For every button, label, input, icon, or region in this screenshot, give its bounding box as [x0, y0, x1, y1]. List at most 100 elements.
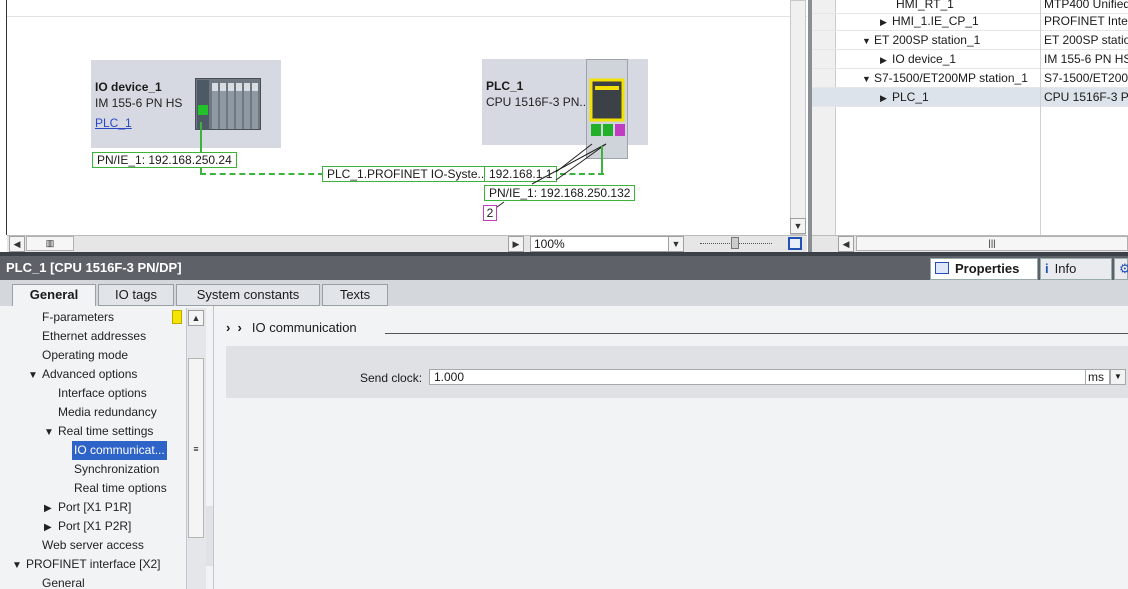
tree-row-plc[interactable]: ▶PLC_1 CPU 1516F-3 PN	[812, 88, 1128, 107]
expand-right-icon[interactable]: ▶	[880, 51, 892, 69]
tab-info-label: Info	[1054, 261, 1077, 276]
info-icon: i	[1045, 261, 1049, 276]
nav-f-parameters[interactable]: F-parameters	[42, 308, 114, 327]
breadcrumb-chevrons-icon: › ›	[226, 320, 242, 335]
send-clock-label: Send clock:	[360, 371, 423, 385]
tree-horizontal-scroll-thumb[interactable]: |||	[856, 236, 1128, 251]
nav-io-communication[interactable]: IO communicat...	[72, 441, 167, 460]
nav-synchronization[interactable]: Synchronization	[74, 460, 159, 479]
tab-general[interactable]: General	[12, 284, 96, 307]
tree-row-io-device[interactable]: ▶ IO device_1 IM 155-6 PN HS	[812, 50, 1128, 69]
scroll-left-button[interactable]: ◀	[9, 236, 25, 252]
tree-row-type: CPU 1516F-3 PN	[1044, 90, 1128, 104]
tree-row-type: IM 155-6 PN HS	[1044, 52, 1128, 66]
inspector-title: PLC_1 [CPU 1516F-3 PN/DP]	[6, 260, 182, 275]
tree-scroll-left-button[interactable]: ◀	[838, 236, 854, 252]
nav-ethernet-addresses[interactable]: Ethernet addresses	[42, 327, 146, 346]
nav-port-x1-p2r[interactable]: ▶ Port [X1 P2R]	[44, 517, 131, 536]
expand-right-icon[interactable]: ▶	[880, 89, 892, 107]
nav-real-time-options[interactable]: Real time options	[74, 479, 167, 498]
collapse-down-icon[interactable]: ▼	[12, 556, 26, 575]
tab-system-constants[interactable]: System constants	[176, 284, 320, 306]
view-top-rule	[7, 16, 807, 17]
view-vertical-scrollbar[interactable]	[790, 0, 806, 235]
nav-operating-mode[interactable]: Operating mode	[42, 346, 128, 365]
section-rule	[385, 333, 1128, 334]
collapse-down-icon[interactable]: ▼	[862, 70, 874, 88]
plc-name: PLC_1	[486, 79, 524, 93]
tree-row-name: PLC_1	[892, 90, 929, 104]
tab-properties[interactable]: Properties	[930, 258, 1038, 280]
nav-media-redundancy[interactable]: Media redundancy	[58, 403, 157, 422]
io-device-rack-icon	[195, 78, 261, 130]
collapse-down-icon[interactable]: ▼	[44, 423, 58, 442]
nav-label: Real time settings	[58, 424, 154, 438]
zoom-input[interactable]: 100%	[530, 236, 670, 252]
profinet-bus-left[interactable]	[200, 173, 324, 175]
nav-scroll-up-button[interactable]: ▲	[188, 310, 204, 326]
send-clock-dropdown-icon[interactable]: ▼	[1110, 369, 1126, 385]
nav-advanced-options[interactable]: ▼ Advanced options	[28, 365, 137, 384]
tree-column-divider	[1040, 0, 1041, 235]
tree-row-et200sp[interactable]: ▼ ET 200SP station_1 ET 200SP station	[812, 31, 1128, 50]
tree-row-name: ET 200SP station_1	[874, 33, 981, 47]
tab-io-tags[interactable]: IO tags	[98, 284, 174, 306]
tab-info[interactable]: i Info	[1040, 258, 1112, 280]
io-device-address[interactable]: PN/IE_1: 192.168.250.24	[92, 152, 237, 168]
nav-profinet-interface-x2[interactable]: ▼ PROFINET interface [X2]	[12, 555, 161, 574]
tree-row-type: ET 200SP station	[1044, 33, 1128, 47]
zoom-dropdown-icon[interactable]: ▼	[668, 236, 684, 252]
scroll-right-button[interactable]: ▶	[508, 236, 524, 252]
overview-navigation-icon[interactable]	[788, 237, 802, 250]
profinet-io-system-label[interactable]: PLC_1.PROFINET IO-Syste...	[322, 166, 493, 182]
tree-row-name: IO device_1	[892, 52, 957, 66]
properties-icon	[935, 262, 949, 274]
send-clock-input[interactable]: 1.000	[429, 369, 1086, 385]
expand-right-icon[interactable]: ▶	[880, 13, 892, 31]
io-device-plc-link[interactable]: PLC_1	[95, 116, 132, 130]
io-device-module: IM 155-6 PN HS	[95, 96, 183, 110]
device-tree: HMI_RT_1 MTP400 Unified ▶ HMI_1.IE_CP_1 P…	[812, 0, 1128, 252]
expand-right-icon[interactable]: ▶	[44, 499, 58, 518]
rack-modules-icon	[197, 80, 258, 130]
diagnostics-icon: ⚙	[1119, 261, 1128, 276]
plc-module: CPU 1516F-3 PN...	[486, 95, 590, 109]
io-device-port-line	[200, 122, 202, 152]
expand-right-icon[interactable]: ▶	[44, 518, 58, 537]
nav-port-x1-p1r[interactable]: ▶ Port [X1 P1R]	[44, 498, 131, 517]
tree-row-type: S7-1500/ET200M	[1044, 71, 1128, 85]
view-left-border	[6, 0, 7, 235]
tree-row-hmi-ie-cp[interactable]: ▶HMI_1.IE_CP_1 PROFINET Interfa	[812, 12, 1128, 31]
collapse-handle[interactable]	[206, 506, 213, 566]
tab-texts[interactable]: Texts	[322, 284, 388, 306]
io-device-name: IO device_1	[95, 80, 162, 94]
tree-row-s7-1500[interactable]: ▼ S7-1500/ET200MP station_1 S7-1500/ET200…	[812, 69, 1128, 88]
pane-splitter[interactable]	[808, 0, 812, 252]
horizontal-scroll-thumb[interactable]: ▥	[26, 236, 74, 251]
tree-row-name: S7-1500/ET200MP station_1	[874, 71, 1028, 85]
tab-properties-label: Properties	[955, 261, 1020, 276]
nav-label: Port [X1 P1R]	[58, 500, 132, 514]
nav-real-time-settings[interactable]: ▼ Real time settings	[44, 422, 153, 441]
plc-connection-lines	[489, 143, 607, 213]
section-heading[interactable]: › › IO communication	[226, 320, 357, 335]
nav-web-server-access[interactable]: Web server access	[42, 536, 144, 555]
zoom-slider-handle[interactable]	[731, 237, 739, 249]
scroll-down-button[interactable]: ▼	[790, 218, 806, 234]
nav-general[interactable]: General	[42, 574, 85, 589]
inspector-separator	[0, 252, 1128, 256]
nav-scroll-thumb[interactable]: ≡	[188, 358, 204, 538]
tree-row-name: HMI_1.IE_CP_1	[892, 14, 979, 28]
tree-row-type: PROFINET Interfa	[1044, 14, 1128, 28]
io-device-box[interactable]: IO device_1 IM 155-6 PN HS PLC_1	[91, 60, 281, 148]
nav-label: PROFINET interface [X2]	[26, 557, 161, 571]
warning-marker	[172, 310, 182, 324]
view-bottom-bar	[7, 235, 807, 252]
tab-diagnostics[interactable]: ⚙	[1114, 258, 1128, 280]
plc-port-badge[interactable]: 2	[483, 205, 497, 221]
plc-address-2[interactable]: PN/IE_1: 192.168.250.132	[484, 185, 636, 201]
collapse-down-icon[interactable]: ▼	[28, 366, 42, 385]
nav-interface-options[interactable]: Interface options	[58, 384, 147, 403]
send-clock-unit: ms	[1086, 369, 1110, 385]
collapse-down-icon[interactable]: ▼	[862, 32, 874, 50]
